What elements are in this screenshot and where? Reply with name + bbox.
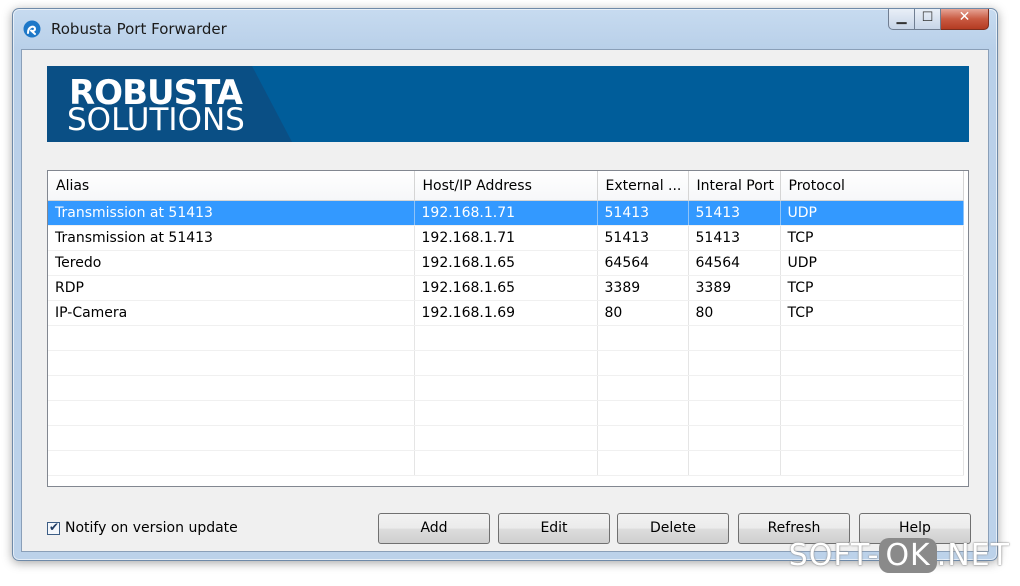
notify-label: Notify on version update bbox=[65, 520, 238, 536]
client-area: ROBUSTA SOLUTIONS Alias Host/IP Address … bbox=[21, 49, 989, 552]
cell-protocol: TCP bbox=[780, 225, 964, 251]
table-header: Alias Host/IP Address External ... Inter… bbox=[48, 171, 964, 201]
close-button[interactable]: ✕ bbox=[941, 9, 989, 30]
table-row[interactable]: RDP 192.168.1.65 3389 3389 TCP bbox=[48, 275, 964, 301]
empty-row bbox=[48, 400, 964, 426]
cell-external-port: 80 bbox=[597, 300, 689, 326]
notify-checkbox[interactable]: ✔ bbox=[47, 519, 60, 535]
cell-external-port: 64564 bbox=[597, 250, 689, 276]
column-header-host[interactable]: Host/IP Address bbox=[414, 171, 598, 201]
column-header-external-port[interactable]: External ... bbox=[597, 171, 689, 201]
empty-row bbox=[48, 350, 964, 376]
logo-solutions-text: SOLUTIONS bbox=[67, 102, 245, 138]
watermark: SOFT- OK .NET bbox=[789, 538, 1010, 573]
cell-protocol: TCP bbox=[780, 300, 964, 326]
cell-internal-port: 51413 bbox=[688, 200, 781, 226]
cell-external-port: 51413 bbox=[597, 200, 689, 226]
column-header-protocol[interactable]: Protocol bbox=[780, 171, 964, 201]
checkmark-icon: ✔ bbox=[49, 519, 60, 534]
table-row[interactable]: IP-Camera 192.168.1.69 80 80 TCP bbox=[48, 300, 964, 326]
window-title: Robusta Port Forwarder bbox=[51, 20, 227, 38]
notify-option[interactable]: ✔ Notify on version update bbox=[47, 520, 238, 536]
app-window: Robusta Port Forwarder ▁ ☐ ✕ ROBUSTA SOL… bbox=[12, 8, 998, 561]
table-row[interactable]: Teredo 192.168.1.65 64564 64564 UDP bbox=[48, 250, 964, 276]
port-table: Alias Host/IP Address External ... Inter… bbox=[48, 171, 964, 476]
title-bar[interactable]: Robusta Port Forwarder ▁ ☐ ✕ bbox=[13, 9, 997, 49]
port-forward-list[interactable]: Alias Host/IP Address External ... Inter… bbox=[47, 170, 969, 487]
watermark-part2: OK bbox=[879, 538, 937, 573]
maximize-button[interactable]: ☐ bbox=[915, 9, 941, 30]
app-icon bbox=[23, 20, 41, 38]
table-row[interactable]: Transmission at 51413 192.168.1.71 51413… bbox=[48, 225, 964, 251]
cell-host: 192.168.1.65 bbox=[414, 250, 598, 276]
column-header-internal-port[interactable]: Interal Port bbox=[688, 171, 781, 201]
delete-button[interactable]: Delete bbox=[617, 513, 729, 544]
cell-protocol: UDP bbox=[780, 250, 964, 276]
cell-external-port: 51413 bbox=[597, 225, 689, 251]
close-icon: ✕ bbox=[958, 9, 971, 25]
empty-row bbox=[48, 450, 964, 476]
cell-alias: IP-Camera bbox=[48, 300, 415, 326]
cell-external-port: 3389 bbox=[597, 275, 689, 301]
table-row[interactable]: Transmission at 51413 192.168.1.71 51413… bbox=[48, 200, 964, 226]
cell-protocol: TCP bbox=[780, 275, 964, 301]
empty-row bbox=[48, 325, 964, 351]
watermark-part1: SOFT- bbox=[788, 538, 880, 573]
caption-buttons: ▁ ☐ ✕ bbox=[888, 9, 989, 31]
cell-host: 192.168.1.71 bbox=[414, 200, 598, 226]
cell-internal-port: 3389 bbox=[688, 275, 781, 301]
cell-alias: RDP bbox=[48, 275, 415, 301]
cell-host: 192.168.1.71 bbox=[414, 225, 598, 251]
watermark-part3: .NET bbox=[936, 538, 1010, 573]
cell-protocol: UDP bbox=[780, 200, 964, 226]
cell-host: 192.168.1.69 bbox=[414, 300, 598, 326]
cell-internal-port: 64564 bbox=[688, 250, 781, 276]
add-button[interactable]: Add bbox=[378, 513, 490, 544]
cell-alias: Transmission at 51413 bbox=[48, 200, 415, 226]
empty-row bbox=[48, 375, 964, 401]
column-header-alias[interactable]: Alias bbox=[48, 171, 415, 201]
cell-alias: Teredo bbox=[48, 250, 415, 276]
cell-internal-port: 80 bbox=[688, 300, 781, 326]
empty-row bbox=[48, 425, 964, 451]
cell-host: 192.168.1.65 bbox=[414, 275, 598, 301]
cell-alias: Transmission at 51413 bbox=[48, 225, 415, 251]
minimize-icon: ▁ bbox=[896, 10, 907, 25]
brand-banner: ROBUSTA SOLUTIONS bbox=[47, 66, 969, 142]
minimize-button[interactable]: ▁ bbox=[888, 9, 915, 30]
maximize-icon: ☐ bbox=[921, 10, 934, 25]
cell-internal-port: 51413 bbox=[688, 225, 781, 251]
edit-button[interactable]: Edit bbox=[498, 513, 610, 544]
